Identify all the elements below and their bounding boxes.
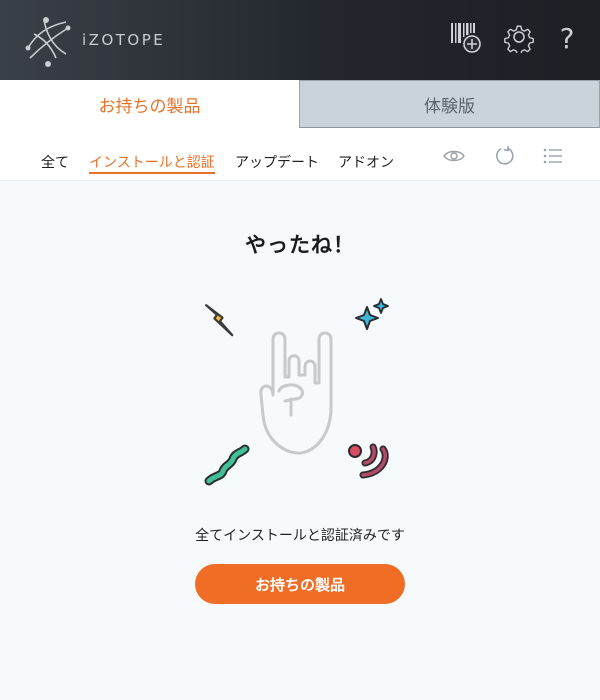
help-icon: ? bbox=[559, 22, 575, 55]
lightning-bolt-icon bbox=[205, 304, 234, 337]
filter-updates[interactable]: アップデート bbox=[235, 152, 319, 172]
active-filter-underline bbox=[89, 172, 215, 174]
list-view-button[interactable] bbox=[541, 146, 565, 170]
filter-install-authorize[interactable]: インストールと認証 bbox=[89, 152, 215, 172]
eye-icon bbox=[443, 148, 465, 168]
filter-addons[interactable]: アドオン bbox=[338, 152, 394, 172]
status-message: 全てインストールと認証済みです bbox=[195, 528, 405, 544]
refresh-icon bbox=[494, 145, 516, 171]
settings-gear-icon bbox=[503, 21, 535, 57]
list-view-icon bbox=[543, 148, 563, 168]
wave-icon bbox=[204, 444, 250, 486]
brand-name: iZOTOPE bbox=[82, 31, 166, 49]
add-serial-button[interactable] bbox=[446, 20, 484, 58]
sound-waves-icon bbox=[348, 443, 389, 479]
tab-owned-products[interactable]: お持ちの製品 bbox=[0, 80, 299, 128]
rock-hand-icon bbox=[259, 331, 333, 455]
settings-button[interactable] bbox=[500, 20, 538, 58]
add-serial-icon bbox=[447, 19, 483, 59]
success-headline: やったね！ bbox=[245, 233, 355, 257]
sparkle-icon bbox=[355, 298, 389, 330]
product-tabs: お持ちの製品 体験版 bbox=[0, 80, 600, 128]
rock-hand-illustration bbox=[195, 291, 405, 496]
main-content: やったね！ 全てインストールと認証済みです お持ちの製品 bbox=[0, 181, 600, 700]
filter-bar: 全て インストールと認証 アップデート アドオン bbox=[0, 128, 600, 181]
filter-all[interactable]: 全て bbox=[41, 152, 69, 172]
refresh-button[interactable] bbox=[493, 146, 517, 170]
tab-trials[interactable]: 体験版 bbox=[299, 80, 600, 128]
visibility-toggle-button[interactable] bbox=[442, 146, 466, 170]
izotope-logo-icon bbox=[22, 14, 74, 68]
app-header: iZOTOPE ? bbox=[0, 0, 600, 80]
help-button[interactable]: ? bbox=[548, 20, 586, 58]
owned-products-button[interactable]: お持ちの製品 bbox=[195, 564, 405, 604]
